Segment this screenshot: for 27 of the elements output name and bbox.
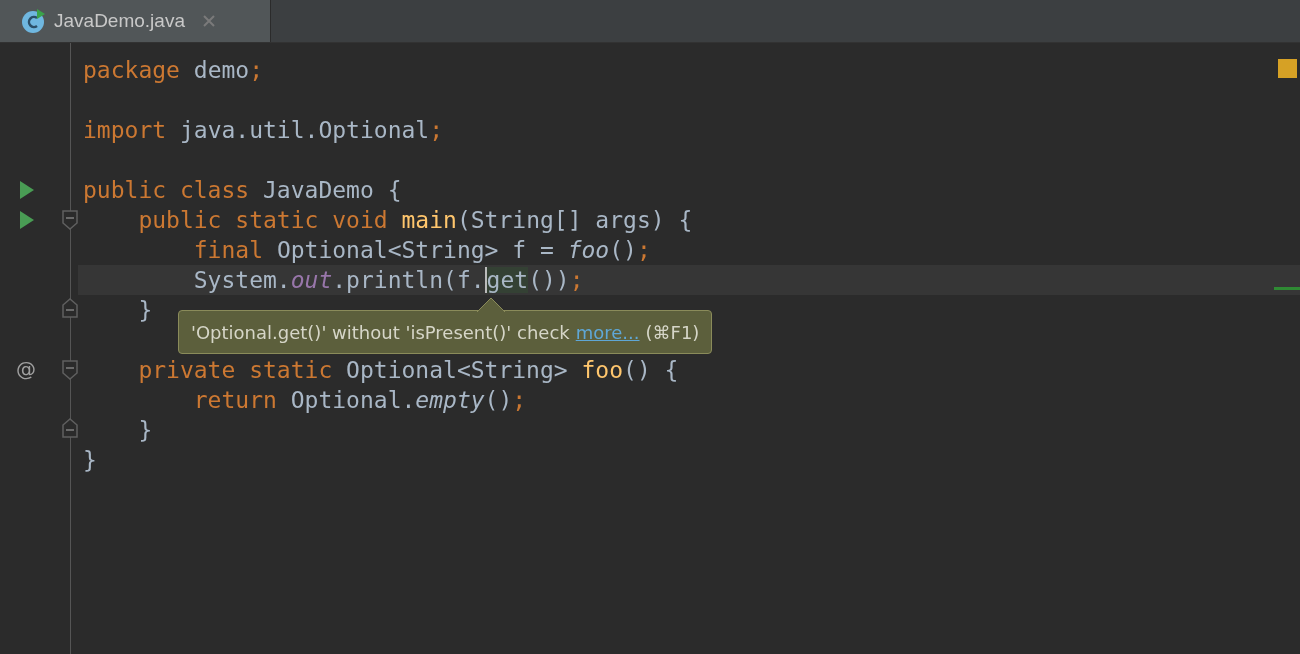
code-line: private static Optional<String> foo() { bbox=[137, 357, 679, 383]
tab-title: JavaDemo.java bbox=[54, 10, 185, 32]
fold-icon[interactable] bbox=[62, 418, 78, 438]
code-line: public static void main(String[] args) { bbox=[137, 207, 693, 233]
code-line: public class JavaDemo { bbox=[83, 177, 402, 203]
code-line: return Optional.empty(); bbox=[192, 387, 527, 413]
file-tab[interactable]: JavaDemo.java bbox=[0, 0, 271, 42]
close-icon[interactable] bbox=[202, 15, 215, 27]
override-marker[interactable]: @ bbox=[16, 357, 36, 381]
fold-icon[interactable] bbox=[62, 298, 78, 318]
code-line: import java.util.Optional; bbox=[83, 117, 444, 143]
class-icon bbox=[20, 8, 46, 34]
shortcut-hint: (⌘F1) bbox=[645, 321, 700, 343]
run-icon[interactable] bbox=[20, 181, 34, 199]
code-line: package demo; bbox=[83, 57, 264, 83]
code-line: } bbox=[137, 297, 153, 323]
run-icon[interactable] bbox=[20, 211, 34, 229]
code-line: final Optional<String> f = foo(); bbox=[192, 237, 651, 263]
more-link[interactable]: more... bbox=[575, 321, 640, 343]
change-marker-icon[interactable] bbox=[1274, 287, 1300, 290]
warning-marker-icon[interactable] bbox=[1278, 59, 1297, 78]
tooltip-message: 'Optional.get()' without 'isPresent()' check bbox=[191, 321, 570, 343]
fold-icon[interactable] bbox=[62, 210, 78, 230]
code-line: } bbox=[137, 417, 153, 443]
fold-icon[interactable] bbox=[62, 360, 78, 380]
code-line: System.out.println(f.get()); bbox=[192, 267, 584, 293]
code-line: } bbox=[83, 447, 97, 473]
